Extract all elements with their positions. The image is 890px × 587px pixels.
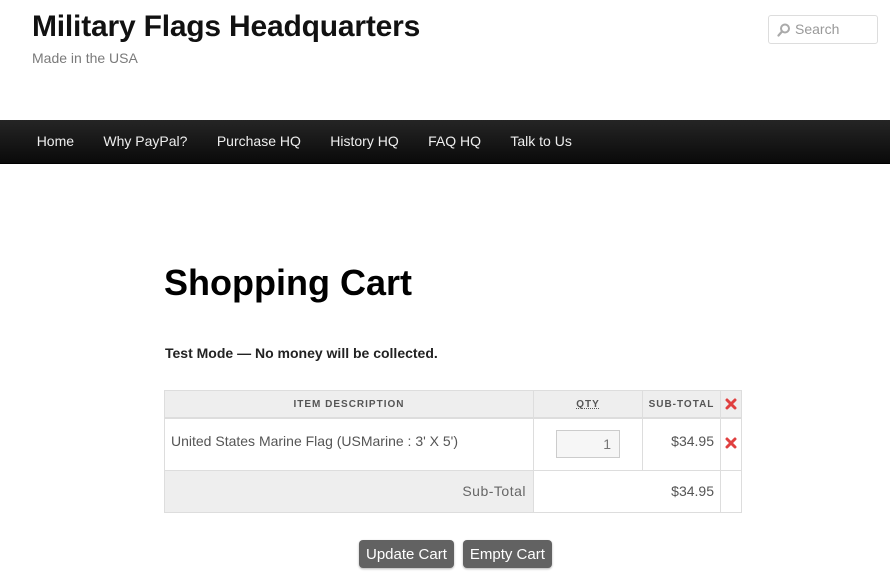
cart-actions: Update Cart Empty Cart <box>359 540 552 568</box>
search-icon <box>777 23 790 37</box>
subtotal-value: $34.95 <box>533 469 721 513</box>
search-box[interactable] <box>768 15 878 44</box>
page-title: Shopping Cart <box>164 262 412 303</box>
search-input[interactable] <box>795 19 875 39</box>
item-subtotal: $34.95 <box>642 417 721 471</box>
remove-x-icon[interactable] <box>725 437 737 449</box>
nav-item-history-hq[interactable]: History HQ <box>316 120 414 163</box>
test-mode-notice: Test Mode — No money will be collected. <box>165 345 438 361</box>
site-tagline: Made in the USA <box>32 50 138 66</box>
column-header-subtotal: Sub-Total <box>642 390 721 419</box>
nav-item-faq-hq[interactable]: FAQ HQ <box>413 120 495 163</box>
main-navigation: Home Why PayPal? Purchase HQ History HQ … <box>0 120 890 164</box>
item-qty-input[interactable] <box>556 430 620 459</box>
update-cart-button[interactable]: Update Cart <box>359 540 454 568</box>
column-header-qty: Qty <box>533 390 643 419</box>
site-title[interactable]: Military Flags Headquarters <box>32 10 420 44</box>
qty-abbreviation: Qty <box>576 398 600 410</box>
item-description: United States Marine Flag (USMarine : 3'… <box>164 417 534 471</box>
cart-table: Item Description Qty Sub-Total United St… <box>164 390 742 513</box>
item-qty-cell <box>533 417 643 471</box>
remove-all-x-icon[interactable] <box>725 398 737 410</box>
empty-cart-button[interactable]: Empty Cart <box>462 540 552 568</box>
nav-item-why-paypal[interactable]: Why PayPal? <box>89 120 202 163</box>
column-header-remove <box>720 390 742 419</box>
cart-item-row: United States Marine Flag (USMarine : 3'… <box>164 417 742 471</box>
totals-empty-cell <box>720 469 742 513</box>
nav-item-talk-to-us[interactable]: Talk to Us <box>496 120 587 163</box>
cart-header-row: Item Description Qty Sub-Total <box>164 390 742 419</box>
column-header-description: Item Description <box>164 390 534 419</box>
item-remove-cell <box>720 417 742 471</box>
nav-item-home[interactable]: Home <box>22 120 89 163</box>
nav-item-purchase-hq[interactable]: Purchase HQ <box>202 120 315 163</box>
cart-totals-row: Sub-Total $34.95 <box>164 469 742 513</box>
subtotal-label: Sub-Total <box>164 469 534 513</box>
